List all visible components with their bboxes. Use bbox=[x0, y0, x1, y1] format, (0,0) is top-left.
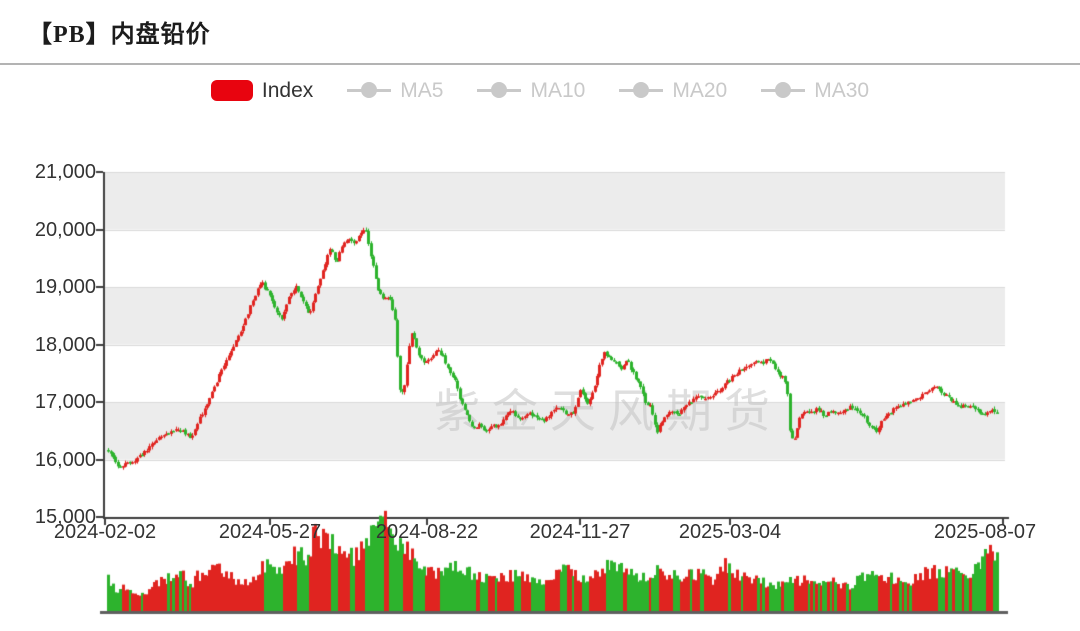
x-axis-label-2025-08-07: 2025-08-07 bbox=[933, 521, 1037, 543]
x-axis-label-2025-03-04: 2025-03-04 bbox=[678, 521, 782, 543]
legend-label: MA10 bbox=[530, 78, 586, 102]
legend-item-ma10[interactable]: MA10 bbox=[477, 80, 585, 101]
line-series-marker bbox=[477, 82, 522, 98]
line-series-marker bbox=[619, 82, 664, 98]
y-axis-label-16000: 16,000 bbox=[34, 448, 96, 471]
x-axis-label-2024-08-22: 2024-08-22 bbox=[375, 521, 479, 543]
legend-line-dot bbox=[633, 82, 650, 98]
legend-item-ma5[interactable]: MA5 bbox=[347, 80, 443, 101]
y-axis-label-18000: 18,000 bbox=[34, 333, 96, 356]
legend-label: MA30 bbox=[814, 78, 870, 102]
legend-item-ma30[interactable]: MA30 bbox=[761, 80, 869, 101]
candlestick-series-swatch bbox=[210, 79, 253, 101]
y-axis-label-20000: 20,000 bbox=[34, 218, 96, 241]
line-series-marker bbox=[347, 82, 392, 98]
x-axis-label-2024-05-27: 2024-05-27 bbox=[218, 521, 322, 543]
legend-label: Index bbox=[261, 78, 314, 102]
legend-line-dot bbox=[361, 82, 378, 98]
legend-line-dot bbox=[491, 82, 508, 98]
line-series-marker bbox=[761, 82, 806, 98]
chart-legend: Index MA5 MA10 MA20 MA30 bbox=[0, 76, 1080, 104]
legend-label: MA5 bbox=[400, 78, 444, 102]
x-axis-label-2024-11-27: 2024-11-27 bbox=[529, 521, 631, 543]
legend-line-dot bbox=[775, 82, 792, 98]
legend-item-index[interactable]: Index bbox=[210, 78, 314, 102]
y-axis-label-19000: 19,000 bbox=[34, 276, 96, 298]
chart-page: 【PB】内盘铅价 IndexMA5MA10MA20MA30 紫金天风期货 21,… bbox=[0, 0, 1080, 631]
y-axis-label-17000: 17,000 bbox=[34, 391, 96, 413]
y-axis-label-21000: 21,000 bbox=[34, 161, 96, 183]
legend-item-ma20[interactable]: MA20 bbox=[619, 80, 727, 101]
legend-label: MA20 bbox=[672, 78, 728, 102]
x-axis-label-2024-02-02: 2024-02-02 bbox=[53, 521, 157, 543]
